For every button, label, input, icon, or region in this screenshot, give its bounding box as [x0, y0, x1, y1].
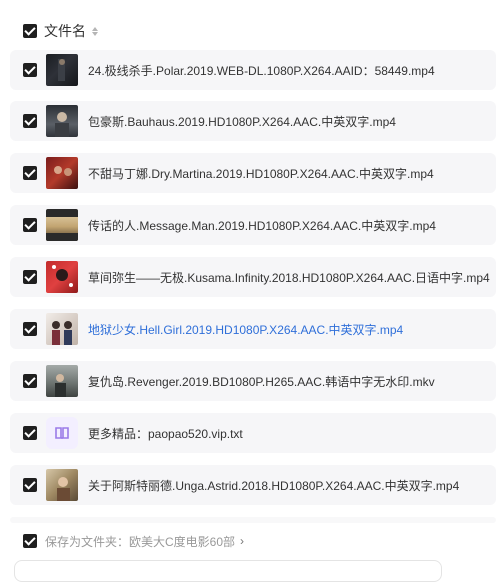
file-row[interactable]: 传话的人.Message.Man.2019.HD1080P.X264.AAC.中… [10, 205, 496, 245]
video-thumbnail [46, 105, 78, 137]
file-name[interactable]: 地狱少女.Hell.Girl.2019.HD1080P.X264.AAC.中英双… [88, 321, 403, 338]
video-thumbnail [46, 261, 78, 293]
list-header: 文件名 [0, 18, 496, 44]
column-header-filename[interactable]: 文件名 [44, 21, 86, 41]
save-as-folder-bar[interactable]: 保存为文件夹：欧美大C度电影60部 › [0, 528, 496, 554]
file-row[interactable]: 24.极线杀手.Polar.2019.WEB-DL.1080P.X264.AAI… [10, 50, 496, 90]
file-checkbox[interactable] [23, 218, 37, 232]
file-name[interactable]: 包豪斯.Bauhaus.2019.HD1080P.X264.AAC.中英双字.m… [88, 113, 396, 130]
save-as-folder-label[interactable]: 保存为文件夹：欧美大C度电影60部 [45, 533, 235, 550]
file-row[interactable]: 包豪斯.Bauhaus.2019.HD1080P.X264.AAC.中英双字.m… [10, 101, 496, 141]
chevron-right-icon[interactable]: › [240, 534, 244, 548]
video-thumbnail [46, 469, 78, 501]
select-all-checkbox[interactable] [23, 24, 37, 38]
file-checkbox[interactable] [23, 270, 37, 284]
file-checkbox[interactable] [23, 478, 37, 492]
file-name[interactable]: 草间弥生——无极.Kusama.Infinity.2018.HD1080P.X2… [88, 269, 490, 286]
file-name[interactable]: 传话的人.Message.Man.2019.HD1080P.X264.AAC.中… [88, 217, 436, 234]
video-thumbnail [46, 54, 78, 86]
file-checkbox[interactable] [23, 374, 37, 388]
file-row[interactable]: 不甜马丁娜.Dry.Martina.2019.HD1080P.X264.AAC.… [10, 153, 496, 193]
file-name[interactable]: 不甜马丁娜.Dry.Martina.2019.HD1080P.X264.AAC.… [88, 165, 434, 182]
file-checkbox[interactable] [23, 114, 37, 128]
video-thumbnail [46, 313, 78, 345]
file-row[interactable]: 地狱少女.Hell.Girl.2019.HD1080P.X264.AAC.中英双… [10, 309, 496, 349]
file-row-partial [10, 517, 496, 523]
file-checkbox[interactable] [23, 322, 37, 336]
file-row[interactable]: 草间弥生——无极.Kusama.Infinity.2018.HD1080P.X2… [10, 257, 496, 297]
file-name[interactable]: 关于阿斯特丽德.Unga.Astrid.2018.HD1080P.X264.AA… [88, 477, 459, 494]
file-checkbox[interactable] [23, 166, 37, 180]
video-thumbnail [46, 365, 78, 397]
file-row[interactable]: 关于阿斯特丽德.Unga.Astrid.2018.HD1080P.X264.AA… [10, 465, 496, 505]
sort-icon[interactable] [92, 26, 98, 36]
file-row[interactable]: 复仇岛.Revenger.2019.BD1080P.H265.AAC.韩语中字无… [10, 361, 496, 401]
file-row[interactable]: 更多精品：paopao520.vip.txt [10, 413, 496, 453]
file-name[interactable]: 更多精品：paopao520.vip.txt [88, 425, 243, 442]
video-thumbnail [46, 209, 78, 241]
text-file-icon [46, 417, 78, 449]
save-as-folder-checkbox[interactable] [23, 534, 37, 548]
file-name[interactable]: 24.极线杀手.Polar.2019.WEB-DL.1080P.X264.AAI… [88, 62, 435, 79]
file-checkbox[interactable] [23, 426, 37, 440]
bottom-input-container[interactable] [14, 560, 442, 582]
file-checkbox[interactable] [23, 63, 37, 77]
file-name[interactable]: 复仇岛.Revenger.2019.BD1080P.H265.AAC.韩语中字无… [88, 373, 435, 390]
video-thumbnail [46, 157, 78, 189]
